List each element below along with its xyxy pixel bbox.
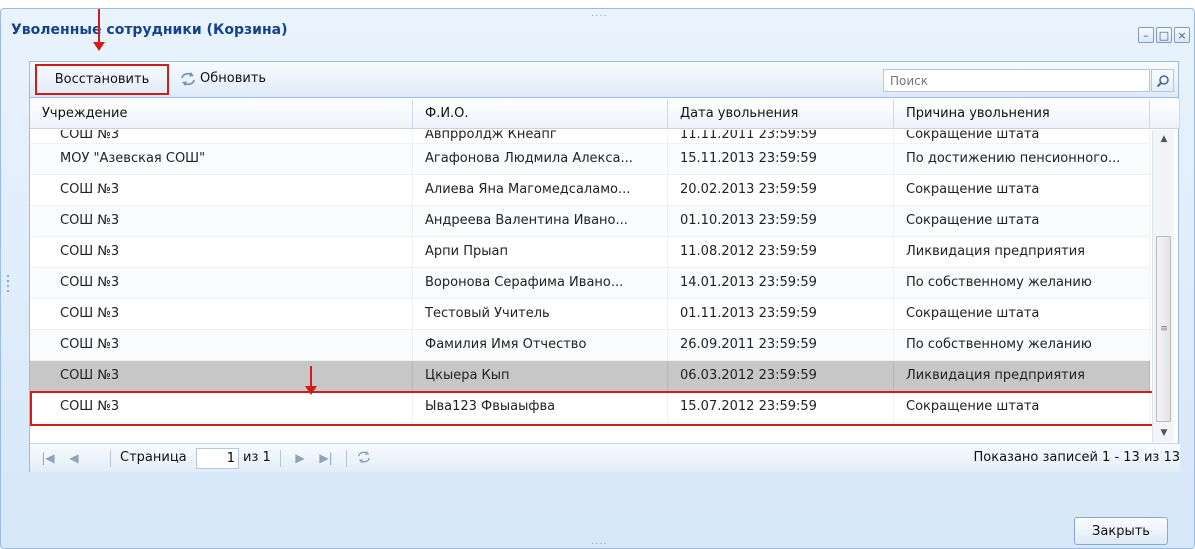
table-row[interactable]: СОШ №3 Тестовый Учитель 01.11.2013 23:59… bbox=[30, 299, 1150, 330]
magnifier-icon bbox=[1156, 74, 1169, 87]
cell-reason: Сокращение штата bbox=[894, 392, 1150, 422]
page-number-input[interactable] bbox=[196, 448, 239, 469]
column-header-name[interactable]: Ф.И.О. bbox=[413, 99, 668, 129]
pager-separator bbox=[280, 450, 281, 467]
cell-institution: СОШ №3 bbox=[30, 330, 413, 360]
grid-header: Учреждение Ф.И.О. Дата увольнения Причин… bbox=[30, 99, 1180, 129]
scroll-up-icon[interactable]: ▲ bbox=[1153, 130, 1175, 148]
cell-reason: По собственному желанию bbox=[894, 268, 1150, 298]
column-header-spacer bbox=[1150, 99, 1180, 129]
search-field[interactable] bbox=[883, 69, 1150, 92]
cell-date: 11.08.2012 23:59:59 bbox=[668, 237, 894, 267]
column-header-dismissal-date[interactable]: Дата увольнения bbox=[668, 99, 894, 129]
scrollbar-thumb[interactable]: ≡ bbox=[1156, 236, 1171, 422]
pager-refresh-icon[interactable] bbox=[356, 449, 372, 467]
title-bar[interactable]: ···· Уволенные сотрудники (Корзина) – □ … bbox=[1, 9, 1194, 53]
search-button[interactable] bbox=[1151, 69, 1174, 92]
cell-reason: Ликвидация предприятия bbox=[894, 237, 1150, 267]
page-count: из 1 bbox=[243, 450, 271, 465]
table-row[interactable]: СОШ №3 Ыва123 Фвыаыфва 15.07.2012 23:59:… bbox=[30, 392, 1150, 423]
window-controls: – □ × bbox=[1138, 27, 1190, 43]
cell-date: 20.02.2013 23:59:59 bbox=[668, 175, 894, 205]
cell-reason: По достижению пенсионного... bbox=[894, 144, 1150, 174]
cell-reason: По собственному желанию bbox=[894, 330, 1150, 360]
grid-panel: Восстановить Обновить Уч bbox=[29, 61, 1180, 472]
cell-date: 14.01.2013 23:59:59 bbox=[668, 268, 894, 298]
records-info: Показано записей 1 - 13 из 13 bbox=[973, 450, 1180, 465]
cell-name: Ыва123 Фвыаыфва bbox=[413, 392, 668, 422]
cell-name: Авпрролдж Кнеапг bbox=[413, 130, 668, 143]
page-label: Страница bbox=[120, 450, 187, 465]
search-input[interactable] bbox=[884, 70, 1149, 91]
cell-reason: Ликвидация предприятия bbox=[894, 361, 1150, 391]
pagination-bar: |◀ ◀ Страница из 1 ▶ ▶| Показано записей… bbox=[30, 443, 1180, 472]
cell-name: Агафонова Людмила Алекса... bbox=[413, 144, 668, 174]
table-row[interactable]: СОШ №3 Фамилия Имя Отчество 26.09.2011 2… bbox=[30, 330, 1150, 361]
cell-name: Воронова Серафима Ивано... bbox=[413, 268, 668, 298]
cell-institution: МОУ "Азевская СОШ" bbox=[30, 144, 413, 174]
last-page-icon[interactable]: ▶| bbox=[318, 449, 334, 467]
cell-name: Тестовый Учитель bbox=[413, 299, 668, 329]
cell-date: 15.07.2012 23:59:59 bbox=[668, 392, 894, 422]
drag-handle-top[interactable]: ···· bbox=[591, 11, 608, 22]
cell-date: 01.10.2013 23:59:59 bbox=[668, 206, 894, 236]
table-row[interactable]: СОШ №3 Арпи Прыап 11.08.2012 23:59:59 Ли… bbox=[30, 237, 1150, 268]
drag-handle-bottom[interactable]: ···· bbox=[591, 539, 608, 549]
cell-name: Андреева Валентина Ивано... bbox=[413, 206, 668, 236]
cell-reason: Сокращение штата bbox=[894, 299, 1150, 329]
refresh-button[interactable]: Обновить bbox=[200, 71, 266, 86]
table-row[interactable]: МОУ "Азевская СОШ" Агафонова Людмила Але… bbox=[30, 144, 1150, 175]
maximize-icon[interactable]: □ bbox=[1156, 27, 1172, 43]
cell-name: Алиева Яна Магомедсаламо... bbox=[413, 175, 668, 205]
cell-date: 01.11.2013 23:59:59 bbox=[668, 299, 894, 329]
cell-name: Цкыера Кып bbox=[413, 361, 668, 391]
table-row[interactable]: СОШ №3 Алиева Яна Магомедсаламо... 20.02… bbox=[30, 175, 1150, 206]
cell-institution: СОШ №3 bbox=[30, 268, 413, 298]
column-header-dismissal-reason[interactable]: Причина увольнения bbox=[894, 99, 1150, 129]
window-title: Уволенные сотрудники (Корзина) bbox=[11, 22, 288, 38]
restore-button[interactable]: Восстановить bbox=[35, 64, 169, 95]
cell-date: 26.09.2011 23:59:59 bbox=[668, 330, 894, 360]
cell-institution: СОШ №3 bbox=[30, 392, 413, 422]
annotation-arrow-row bbox=[305, 366, 317, 395]
cell-reason: Сокращение штата bbox=[894, 175, 1150, 205]
table-row[interactable]: СОШ №3 Андреева Валентина Ивано... 01.10… bbox=[30, 206, 1150, 237]
refresh-icon[interactable] bbox=[179, 70, 197, 88]
dialog-window: ···· Уволенные сотрудники (Корзина) – □ … bbox=[0, 8, 1195, 549]
pager-separator bbox=[110, 450, 111, 467]
resize-handle-left[interactable] bbox=[7, 275, 11, 295]
cell-reason: Сокращение штата bbox=[894, 206, 1150, 236]
table-row-selected[interactable]: СОШ №3 Цкыера Кып 06.03.2012 23:59:59 Ли… bbox=[30, 361, 1150, 392]
cell-reason: Сокращение штата bbox=[894, 130, 1150, 143]
scroll-down-icon[interactable]: ▼ bbox=[1153, 424, 1175, 442]
vertical-scrollbar[interactable]: ▲ ≡ ▼ bbox=[1152, 130, 1174, 442]
table-row[interactable]: СОШ №3 Воронова Серафима Ивано... 14.01.… bbox=[30, 268, 1150, 299]
close-icon[interactable]: × bbox=[1174, 27, 1190, 43]
toolbar: Восстановить Обновить bbox=[30, 62, 1178, 98]
cell-institution: СОШ №3 bbox=[30, 361, 413, 391]
column-header-institution[interactable]: Учреждение bbox=[30, 99, 413, 129]
cell-institution: СОШ №3 bbox=[30, 130, 413, 143]
cell-date: 11.11.2011 23:59:59 bbox=[668, 130, 894, 143]
close-button[interactable]: Закрыть bbox=[1074, 517, 1168, 545]
cell-institution: СОШ №3 bbox=[30, 175, 413, 205]
annotation-arrow-restore bbox=[93, 9, 105, 51]
cell-institution: СОШ №3 bbox=[30, 206, 413, 236]
cell-institution: СОШ №3 bbox=[30, 299, 413, 329]
cell-name: Фамилия Имя Отчество bbox=[413, 330, 668, 360]
prev-page-icon[interactable]: ◀ bbox=[66, 449, 82, 467]
next-page-icon[interactable]: ▶ bbox=[292, 449, 308, 467]
cell-name: Арпи Прыап bbox=[413, 237, 668, 267]
grip-icon: ≡ bbox=[1160, 324, 1168, 334]
cell-institution: СОШ №3 bbox=[30, 237, 413, 267]
table-row[interactable]: СОШ №3 Авпрролдж Кнеапг 11.11.2011 23:59… bbox=[30, 130, 1150, 144]
grid-body: СОШ №3 Авпрролдж Кнеапг 11.11.2011 23:59… bbox=[30, 130, 1150, 442]
cell-date: 06.03.2012 23:59:59 bbox=[668, 361, 894, 391]
first-page-icon[interactable]: |◀ bbox=[40, 449, 56, 467]
pager-separator bbox=[346, 450, 347, 467]
cell-date: 15.11.2013 23:59:59 bbox=[668, 144, 894, 174]
minimize-icon[interactable]: – bbox=[1138, 27, 1154, 43]
